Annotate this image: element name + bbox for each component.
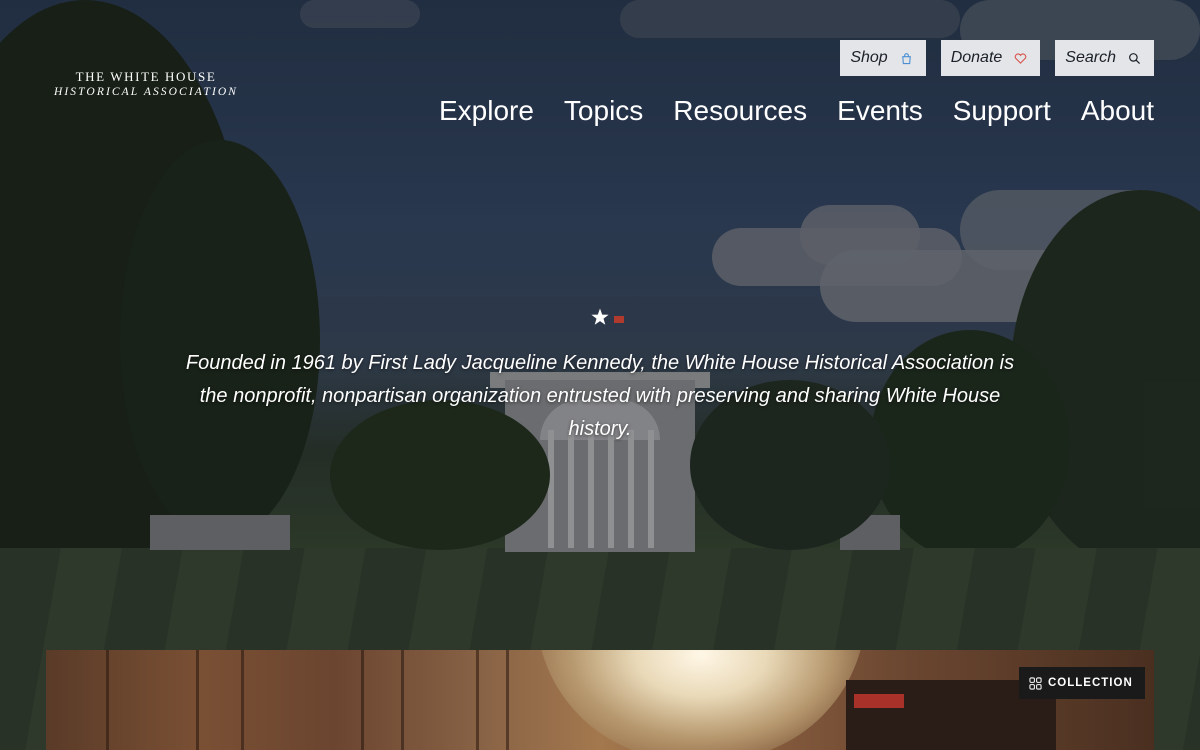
main-nav: Explore Topics Resources Events Support … (439, 94, 1154, 128)
feature-image[interactable] (46, 650, 1154, 750)
nav-support[interactable]: Support (953, 94, 1051, 128)
donate-button[interactable]: Donate (940, 40, 1041, 76)
flag-decoration (614, 316, 624, 323)
nav-about[interactable]: About (1081, 94, 1154, 128)
logo-line-1: THE WHITE HOUSE (75, 69, 217, 84)
search-button[interactable]: Search (1055, 40, 1154, 76)
nav-events[interactable]: Events (837, 94, 923, 128)
nav-explore[interactable]: Explore (439, 94, 534, 128)
shop-label: Shop (850, 49, 888, 66)
shopping-bag-icon (900, 52, 913, 65)
collection-label: COLLECTION (1048, 677, 1133, 689)
shop-button[interactable]: Shop (840, 40, 926, 76)
mission-statement: Founded in 1961 by First Lady Jacqueline… (185, 352, 1015, 440)
donate-label: Donate (950, 49, 1003, 66)
grid-icon (1029, 676, 1042, 690)
utility-nav: Shop Donate Search (840, 40, 1154, 76)
nav-topics[interactable]: Topics (564, 94, 643, 128)
collection-badge[interactable]: COLLECTION (1019, 667, 1145, 699)
star-icon (590, 307, 610, 327)
site-logo[interactable]: THE WHITE HOUSE HISTORICAL ASSOCIATION (46, 70, 246, 100)
search-icon (1128, 52, 1141, 65)
heart-icon (1014, 52, 1027, 65)
nav-resources[interactable]: Resources (673, 94, 807, 128)
search-label: Search (1065, 49, 1116, 66)
logo-line-2: HISTORICAL ASSOCIATION (53, 86, 239, 98)
chandelier-image (536, 650, 866, 750)
